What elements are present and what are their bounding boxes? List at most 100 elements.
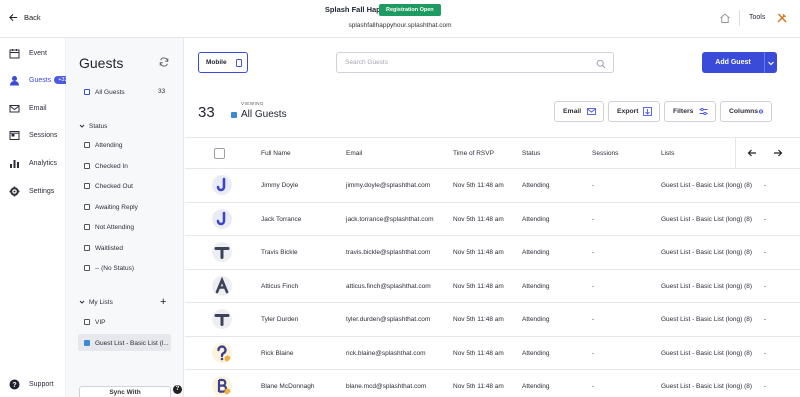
event-url[interactable]: splashfallhappyhour.splashthat.com [0,22,800,29]
cell-lists: Guest List - Basic List (long) (8) [661,182,753,189]
mobile-label: Mobile [206,59,227,66]
checkbox[interactable] [84,89,90,95]
viewing-label: VIEWING [241,101,265,106]
column-header-full-name[interactable]: Full Name [261,150,291,157]
checkbox[interactable] [84,142,90,148]
calendar-icon [9,48,20,58]
avatar [212,208,232,229]
checkbox[interactable] [84,204,90,210]
export-button[interactable]: Export [608,101,660,122]
table-row[interactable]: Travis Bickle travis.bickle@splashthat.c… [185,236,800,270]
cell-extra: - [764,249,767,256]
search-field[interactable]: Search Guests [336,52,614,73]
column-header-lists[interactable]: Lists [661,150,674,157]
table-row[interactable]: Jack Torrance jack.torrance@splashthat.c… [185,202,800,236]
cell-full-name: Rick Blaine [261,349,294,357]
gear-icon [758,109,764,114]
filter-label: Checked Out [95,182,133,190]
search-icon[interactable] [596,59,606,69]
table-row[interactable]: Tyler Durden tyler.durden@splashthat.com… [185,303,800,337]
table-row[interactable]: Atticus Finch atticus.finch@splashthat.c… [185,269,800,303]
avatar [212,242,232,262]
button-label: Columns [729,108,759,115]
refresh-icon[interactable] [159,57,169,67]
filters-button[interactable]: Filters [664,101,716,122]
table-row[interactable]: Blane McDonnagh blane.mcd@splashthat.com… [185,370,800,397]
home-icon[interactable] [719,12,731,24]
list-item-vip[interactable]: VIP [84,316,105,328]
nav-item-label: Event [29,49,47,57]
columns-button[interactable]: Columns [720,101,772,122]
nav-item-email[interactable]: Email [0,100,66,116]
filter-label: Checked In [95,162,128,170]
cell-rsvp-time: Nov 5th 11:48 am [453,383,504,390]
cell-email: blane.mcd@splashthat.com [346,383,427,390]
checkbox[interactable] [84,319,90,325]
filter-status-awaiting-reply[interactable]: Awaiting Reply [84,201,138,213]
registration-status-badge[interactable]: Registration Open [379,4,441,16]
filter-status-waitlisted[interactable]: Waitlisted [84,242,123,254]
column-header-email[interactable]: Email [346,150,362,157]
status-section-toggle[interactable]: Status [79,121,107,131]
button-label: Export [617,108,639,115]
cell-full-name: Jack Torrance [261,215,302,223]
avatar [212,175,232,195]
column-header-time-of-rsvp[interactable]: Time of RSVP [453,150,494,157]
scroll-left-arrow-icon[interactable] [746,147,758,159]
nav-item-support[interactable]: ? Support [0,376,66,392]
cell-sessions: - [592,383,595,390]
chevron-down-icon [79,124,85,128]
email-button[interactable]: Email [554,101,604,122]
tools-label[interactable]: Tools [749,14,765,21]
filter-status-no-status[interactable]: -- (No Status) [84,262,134,274]
checkbox[interactable] [84,340,90,346]
search-input[interactable]: Search Guests [345,59,388,66]
cell-status: Attending [522,215,550,223]
chevron-down-icon [79,300,85,304]
nav-item-event[interactable]: Event [0,45,66,61]
scroll-right-arrow-icon[interactable] [772,147,784,159]
filter-status-checked-out[interactable]: Checked Out [84,180,133,192]
back-button[interactable]: Back [9,13,41,22]
mobile-view-button[interactable]: Mobile [198,52,248,73]
filter-label: Waitlisted [95,244,123,252]
column-header-sessions[interactable]: Sessions [592,150,618,157]
add-guest-button[interactable]: Add Guest [702,52,764,73]
cell-full-name: Atticus Finch [261,282,299,290]
cell-lists: Guest List - Basic List (long) (8) [661,282,753,290]
sync-with-button[interactable]: Sync With [79,386,171,397]
nav-item-settings[interactable]: Settings [0,183,66,199]
checkbox[interactable] [84,163,90,169]
checkbox[interactable] [84,224,90,230]
cell-extra: - [764,383,767,390]
button-label: Email [563,108,582,115]
cell-lists: Guest List - Basic List (long) (8) [661,215,753,223]
checkbox[interactable] [84,265,90,271]
tools-icon[interactable] [776,12,788,24]
checkbox[interactable] [84,183,90,189]
add-guest-dropdown[interactable] [764,52,777,73]
filter-status-attending[interactable]: Attending [84,139,122,151]
add-list-icon[interactable]: + [160,297,166,308]
nav-item-label: Sessions [29,131,58,139]
help-icon[interactable]: ? [173,385,182,394]
nav-item-analytics[interactable]: Analytics [0,155,66,171]
table-row[interactable]: Jimmy Doyle jimmy.doyle@splashthat.com N… [185,169,800,203]
filter-status-not-attending[interactable]: Not Attending [84,221,134,233]
filter-status-checked-in[interactable]: Checked In [84,160,128,172]
select-all-checkbox[interactable] [214,148,225,159]
list-label: Guest List - Basic List (l... [95,339,169,347]
nav-item-sessions[interactable]: Sessions [0,127,66,143]
nav-item-guests[interactable]: Guests +33 [0,72,72,88]
table-row[interactable]: Rick Blaine rick.blaine@splashthat.com N… [185,336,800,370]
cell-lists: Guest List - Basic List (long) (8) [661,249,753,256]
filter-all-guests[interactable]: All Guests [84,86,125,98]
view-name: All Guests [241,109,287,120]
person-icon [10,75,19,85]
checkbox[interactable] [84,245,90,251]
column-header-status[interactable]: Status [522,150,540,157]
cell-sessions: - [592,249,595,256]
list-item-guest-list[interactable]: Guest List - Basic List (l... [84,337,169,349]
my-lists-section-toggle[interactable]: My Lists [79,297,113,307]
top-bar: Back Splash Fall Happy Hour Registration… [0,0,800,38]
